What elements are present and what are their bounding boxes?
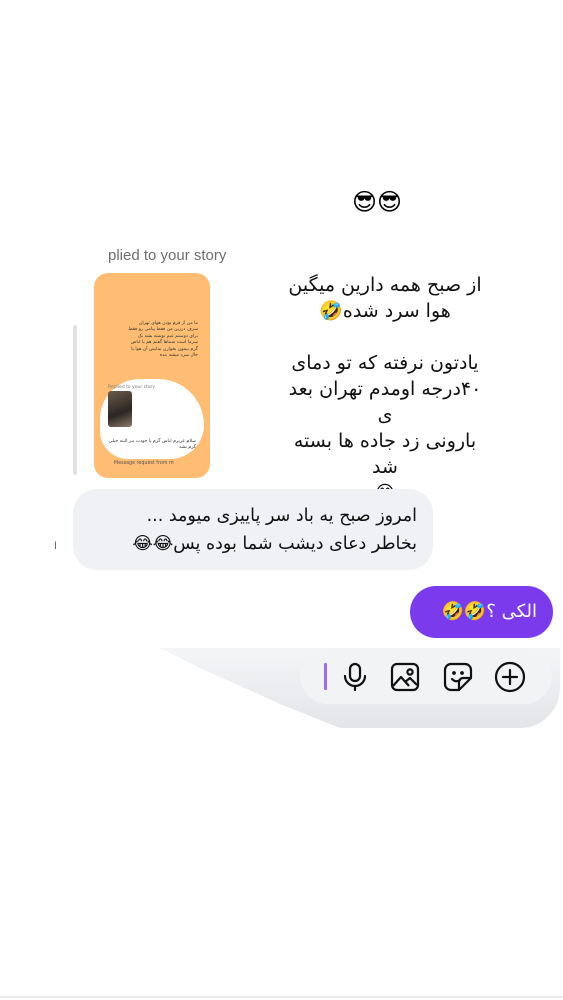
bottom-divider	[0, 996, 563, 998]
caption-line: هوا سرد شده🤣	[319, 300, 451, 322]
incoming-message-text: امروز صبح یه باد سر پاییزی میومد ... بخا…	[77, 502, 417, 558]
story-reply-caption: از صبح همه دارین میگین هوا سرد شده🤣 یادت…	[285, 272, 485, 506]
incoming-message-line: بخاطر دعای دیشب شما بوده پس😂😂	[132, 534, 417, 554]
caption-line: یادتون نرفته که تو دمای	[291, 352, 479, 374]
replied-to-story-label: plied to your story	[108, 247, 227, 264]
caption-line: ۴۰درجه اومدم تهران بعد ی	[288, 378, 482, 426]
outgoing-message-bubble[interactable]: الکی ؟🤣🤣	[410, 586, 553, 638]
incoming-message-bubble[interactable]: امروز صبح یه باد سر پاییزی میومد ... بخا…	[73, 489, 433, 570]
reply-indicator-bar	[73, 325, 77, 475]
outgoing-message-text: الکی ؟🤣🤣	[441, 601, 537, 622]
story-thumbnail-text: ما من از قرم بودن هوای تهران سرف درزین م…	[128, 321, 198, 359]
story-thumbnail[interactable]: ما من از قرم بودن هوای تهران سرف درزین م…	[94, 273, 210, 478]
microphone-icon[interactable]	[338, 660, 372, 694]
story-thumbnail-mini-label: Replied to your story	[108, 385, 155, 390]
chat-screen: 😎😎 plied to your story ما من از قرم بودن…	[0, 0, 563, 1000]
reaction-emoji-message: 😎😎	[352, 188, 403, 216]
text-cursor	[324, 663, 327, 690]
seen-marker: ا	[54, 541, 57, 552]
image-icon[interactable]	[388, 660, 422, 694]
story-thumbnail-photo	[108, 391, 132, 427]
caption-line: از صبح همه دارین میگین	[288, 274, 482, 296]
sticker-icon[interactable]	[441, 660, 475, 694]
story-thumbnail-reply-text: سلام عزیزم لباس گرم با خودت ببر البته خی…	[108, 439, 196, 450]
caption-line: بارونی زد جاده ها بسته شد	[293, 430, 477, 478]
story-thumbnail-request-text: Message request from m	[114, 461, 174, 466]
incoming-message-line: امروز صبح یه باد سر پاییزی میومد ...	[146, 506, 417, 526]
add-icon[interactable]	[493, 660, 527, 694]
